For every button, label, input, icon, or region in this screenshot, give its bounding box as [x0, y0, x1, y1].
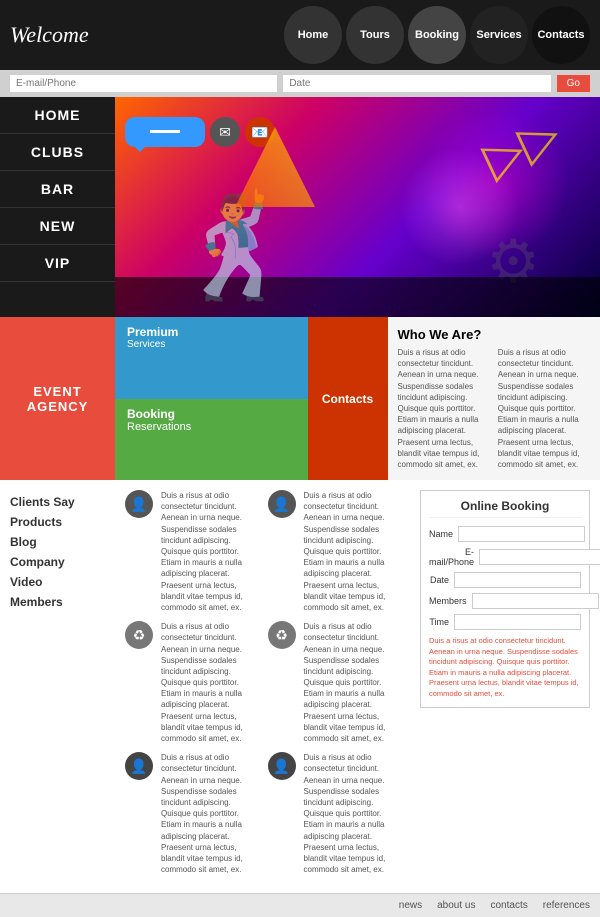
premium-booking-col: Premium Services Booking Reservations — [115, 317, 308, 480]
testimonial-2: ♻ Duis a risus at odio consectetur tinci… — [125, 621, 258, 744]
testimonial-text-1: Duis a risus at odio consectetur tincidu… — [161, 490, 258, 613]
search-button[interactable]: Go — [557, 75, 590, 92]
speech-bubble-main — [125, 117, 205, 147]
booking-column: Online Booking Name E-mail/Phone Date Me… — [410, 480, 600, 893]
hero-banner: ✉ 📧 ⚙ ▷▷ 🕺 — [115, 97, 600, 317]
top-navigation: Home Tours Booking Services Contacts — [284, 6, 590, 64]
booking-label: Booking — [127, 407, 296, 421]
time-input[interactable] — [454, 614, 581, 630]
testimonials-col-2: 👤 Duis a risus at odio consectetur tinci… — [268, 490, 401, 883]
envelope-icon: ✉ — [210, 117, 240, 147]
date-input[interactable] — [283, 75, 550, 92]
online-booking-form: Online Booking Name E-mail/Phone Date Me… — [420, 490, 590, 708]
name-input[interactable] — [458, 526, 585, 542]
online-booking-title: Online Booking — [429, 499, 581, 518]
person-icon-4: 👤 — [268, 752, 296, 780]
testimonial-1: 👤 Duis a risus at odio consectetur tinci… — [125, 490, 258, 613]
testimonials-col-1: 👤 Duis a risus at odio consectetur tinci… — [125, 490, 258, 883]
sidebar-item-bar[interactable]: BAR — [0, 171, 115, 208]
person-silhouette: 🕺 — [175, 197, 300, 297]
bottom-content: Clients Say Products Blog Company Video … — [0, 480, 600, 893]
left-links: Clients Say Products Blog Company Video … — [0, 480, 115, 893]
sidebar-item-new[interactable]: NEW — [0, 208, 115, 245]
who-we-are: Who We Are? Duis a risus at odio consect… — [388, 317, 600, 480]
event-agency-label: EVENTAGENCY — [27, 384, 89, 414]
recycle-icon-2: ♻ — [268, 621, 296, 649]
reservations-label: Reservations — [127, 421, 296, 433]
event-agency-block: EVENTAGENCY — [0, 317, 115, 480]
sidebar-item-vip[interactable]: VIP — [0, 245, 115, 282]
testimonial-text-4: Duis a risus at odio consectetur tincidu… — [304, 490, 401, 613]
footer-news[interactable]: news — [399, 900, 422, 911]
logo: Welcome — [10, 22, 89, 48]
main-area: HOME CLUBS BAR NEW VIP ✉ 📧 ⚙ ▷▷ 🕺 — [0, 97, 600, 317]
time-label: Time — [429, 617, 449, 627]
email-label: E-mail/Phone — [429, 547, 474, 567]
search-bar: Go — [0, 70, 600, 97]
link-members[interactable]: Members — [10, 595, 105, 609]
content-top: EVENTAGENCY Premium Services Booking Res… — [0, 317, 600, 480]
members-input[interactable] — [472, 593, 599, 609]
testimonial-text-2: Duis a risus at odio consectetur tincidu… — [161, 621, 258, 744]
sidebar: HOME CLUBS BAR NEW VIP — [0, 97, 115, 317]
nav-booking[interactable]: Booking — [408, 6, 466, 64]
who-we-are-title: Who We Are? — [398, 327, 591, 342]
nav-services[interactable]: Services — [470, 6, 528, 64]
date-label: Date — [429, 575, 449, 585]
link-clients-say[interactable]: Clients Say — [10, 495, 105, 509]
link-video[interactable]: Video — [10, 575, 105, 589]
recycle-icon-1: ♻ — [125, 621, 153, 649]
link-company[interactable]: Company — [10, 555, 105, 569]
nav-home[interactable]: Home — [284, 6, 342, 64]
testimonial-text-5: Duis a risus at odio consectetur tincidu… — [304, 621, 401, 744]
who-we-are-text1: Duis a risus at odio consectetur tincidu… — [398, 347, 490, 470]
link-products[interactable]: Products — [10, 515, 105, 529]
premium-label: Premium — [127, 325, 296, 339]
footer-references[interactable]: references — [543, 900, 590, 911]
testimonial-text-3: Duis a risus at odio consectetur tincidu… — [161, 752, 258, 875]
footer-about-us[interactable]: about us — [437, 900, 475, 911]
contacts-block[interactable]: Contacts — [308, 317, 388, 480]
nav-contacts[interactable]: Contacts — [532, 6, 590, 64]
premium-services-block[interactable]: Premium Services — [115, 317, 308, 399]
booking-time-field: Time — [429, 614, 581, 630]
members-label: Members — [429, 596, 467, 606]
header: Welcome Home Tours Booking Services Cont… — [0, 0, 600, 70]
booking-note: Duis a risus at odio consectetur tincidu… — [429, 636, 581, 699]
name-label: Name — [429, 529, 453, 539]
booking-members-field: Members — [429, 593, 581, 609]
booking-name-field: Name — [429, 526, 581, 542]
nav-tours[interactable]: Tours — [346, 6, 404, 64]
testimonial-text-6: Duis a risus at odio consectetur tincidu… — [304, 752, 401, 875]
email-input[interactable] — [479, 549, 600, 565]
content-section: EVENTAGENCY Premium Services Booking Res… — [0, 317, 600, 480]
booking-email-field: E-mail/Phone — [429, 547, 581, 567]
testimonial-5: ♻ Duis a risus at odio consectetur tinci… — [268, 621, 401, 744]
services-label: Services — [127, 339, 296, 350]
person-icon-3: 👤 — [268, 490, 296, 518]
testimonial-3: 👤 Duis a risus at odio consectetur tinci… — [125, 752, 258, 875]
booking-reservations-block[interactable]: Booking Reservations — [115, 399, 308, 481]
sidebar-item-home[interactable]: HOME — [0, 97, 115, 134]
sidebar-item-clubs[interactable]: CLUBS — [0, 134, 115, 171]
testimonial-6: 👤 Duis a risus at odio consectetur tinci… — [268, 752, 401, 875]
who-we-are-text2: Duis a risus at odio consectetur tincidu… — [498, 347, 590, 470]
email-phone-input[interactable] — [10, 75, 277, 92]
testimonial-4: 👤 Duis a risus at odio consectetur tinci… — [268, 490, 401, 613]
booking-date-input[interactable] — [454, 572, 581, 588]
link-blog[interactable]: Blog — [10, 535, 105, 549]
person-icon-2: 👤 — [125, 752, 153, 780]
testimonials-section: 👤 Duis a risus at odio consectetur tinci… — [115, 480, 410, 893]
person-icon-1: 👤 — [125, 490, 153, 518]
speech-bubbles: ✉ 📧 — [125, 117, 275, 147]
footer-contacts[interactable]: contacts — [491, 900, 528, 911]
booking-date-field: Date — [429, 572, 581, 588]
footer: news about us contacts references — [0, 893, 600, 917]
